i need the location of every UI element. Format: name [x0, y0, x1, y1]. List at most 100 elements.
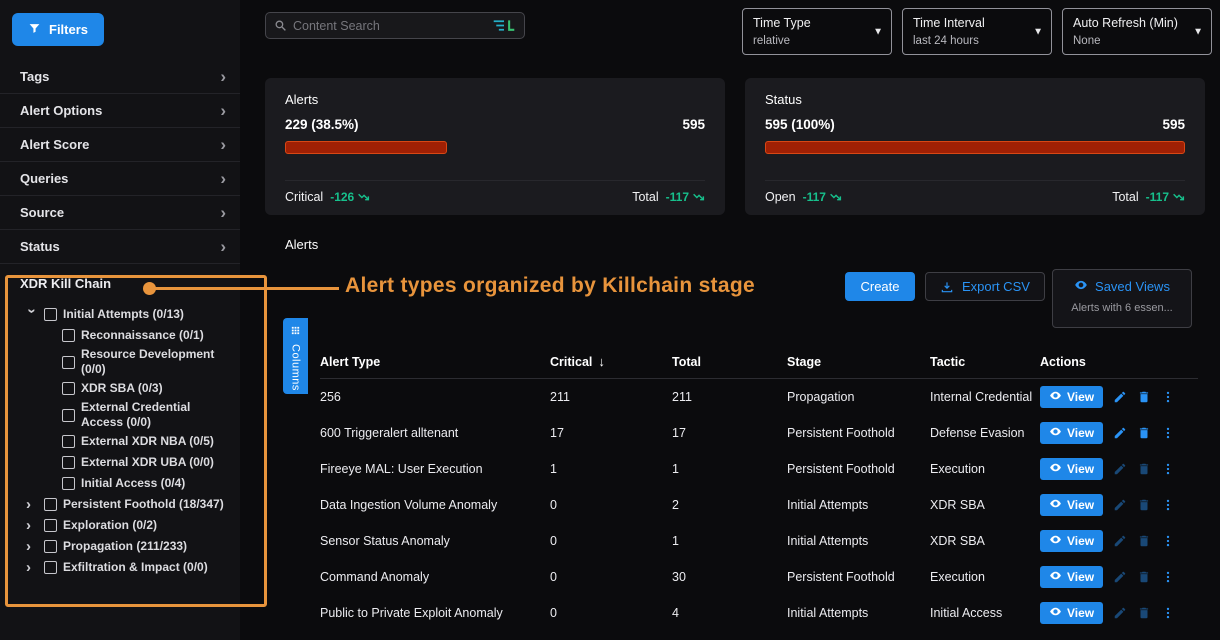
checkbox[interactable] — [62, 435, 75, 448]
checkbox[interactable] — [44, 519, 57, 532]
killchain-item-exfiltration-impact-0-0[interactable]: › Exfiltration & Impact (0/0) — [26, 557, 234, 578]
killchain-item-xdr-sba-0-3[interactable]: XDR SBA (0/3) — [26, 378, 234, 399]
sidebar-item-tags[interactable]: Tags› — [0, 60, 240, 94]
view-button[interactable]: View — [1040, 602, 1103, 624]
delete-icon[interactable] — [1137, 426, 1151, 440]
dropdown-time-interval[interactable]: Time Intervallast 24 hours▼ — [902, 8, 1052, 55]
checkbox[interactable] — [62, 382, 75, 395]
view-button[interactable]: View — [1040, 566, 1103, 588]
dropdown-auto-refresh-min[interactable]: Auto Refresh (Min)None▼ — [1062, 8, 1212, 55]
cell-tactic: XDR SBA — [930, 498, 1040, 512]
sidebar-item-queries[interactable]: Queries› — [0, 162, 240, 196]
view-button[interactable]: View — [1040, 494, 1103, 516]
kebab-menu-icon[interactable] — [1161, 426, 1175, 440]
edit-icon[interactable] — [1113, 390, 1127, 404]
delete-icon[interactable] — [1137, 462, 1151, 476]
column-header-total[interactable]: Total — [672, 355, 787, 369]
killchain-item-persistent-foothold-18-347[interactable]: ›Persistent Foothold (18/347) — [26, 494, 234, 515]
checkbox[interactable] — [62, 356, 75, 369]
killchain-item-label: Exfiltration & Impact (0/0) — [63, 560, 208, 575]
edit-icon[interactable] — [1113, 570, 1127, 584]
kebab-menu-icon[interactable] — [1161, 390, 1175, 404]
edit-icon[interactable] — [1113, 498, 1127, 512]
kebab-menu-icon[interactable] — [1161, 570, 1175, 584]
sidebar-item-alert-score[interactable]: Alert Score› — [0, 128, 240, 162]
dropdown-value: relative — [753, 35, 869, 47]
killchain-item-reconnaissance-0-1[interactable]: Reconnaissance (0/1) — [26, 325, 234, 346]
sidebar-item-label: Tags — [20, 69, 49, 84]
cell-stage: Persistent Foothold — [787, 570, 930, 584]
edit-icon[interactable] — [1113, 534, 1127, 548]
killchain-item-external-xdr-nba-0-5[interactable]: External XDR NBA (0/5) — [26, 431, 234, 452]
edit-icon[interactable] — [1113, 462, 1127, 476]
delta-value: -126 — [330, 190, 370, 204]
kebab-menu-icon[interactable] — [1161, 462, 1175, 476]
view-button[interactable]: View — [1040, 422, 1103, 444]
card-footer: Critical-126Total-117 — [285, 180, 705, 204]
chevron-right-icon[interactable]: › — [26, 518, 38, 533]
cell-total: 4 — [672, 606, 787, 620]
sidebar-menu: Tags›Alert Options›Alert Score›Queries›S… — [0, 60, 240, 264]
cell-tactic: Initial Access — [930, 606, 1040, 620]
checkbox[interactable] — [62, 477, 75, 490]
column-header-stage[interactable]: Stage — [787, 355, 930, 369]
killchain-item-exploration-0-2[interactable]: ›Exploration (0/2) — [26, 515, 234, 536]
columns-button[interactable]: Columns — [283, 318, 308, 394]
killchain-item-propagation-211-233[interactable]: ›Propagation (211/233) — [26, 536, 234, 557]
cell-alert-type: 256 — [320, 390, 550, 404]
view-button[interactable]: View — [1040, 530, 1103, 552]
eye-icon — [1049, 461, 1062, 477]
cell-tactic: Execution — [930, 462, 1040, 476]
column-header-critical[interactable]: Critical↓ — [550, 354, 672, 369]
card-title: Status — [765, 92, 1185, 107]
chevron-right-icon[interactable]: › — [26, 560, 38, 575]
chevron-right-icon[interactable]: › — [26, 497, 38, 512]
column-header-actions[interactable]: Actions — [1040, 355, 1198, 369]
checkbox[interactable] — [44, 540, 57, 553]
checkbox[interactable] — [62, 456, 75, 469]
killchain-item-external-credential-access-0-0[interactable]: External Credential Access (0/0) — [26, 399, 234, 431]
advanced-query-icon[interactable] — [492, 19, 516, 32]
checkbox[interactable] — [62, 329, 75, 342]
sidebar-item-alert-options[interactable]: Alert Options› — [0, 94, 240, 128]
view-button[interactable]: View — [1040, 386, 1103, 408]
checkbox[interactable] — [44, 498, 57, 511]
edit-icon[interactable] — [1113, 426, 1127, 440]
killchain-tree: ›Initial Attempts (0/13)Reconnaissance (… — [0, 302, 240, 578]
sort-desc-icon[interactable]: ↓ — [598, 354, 605, 369]
delete-icon[interactable] — [1137, 570, 1151, 584]
export-csv-button[interactable]: Export CSV — [925, 272, 1045, 301]
killchain-item-external-xdr-uba-0-0[interactable]: External XDR UBA (0/0) — [26, 452, 234, 473]
killchain-header[interactable]: XDR Kill Chain — [0, 264, 240, 302]
killchain-item-initial-access-0-4[interactable]: Initial Access (0/4) — [26, 473, 234, 494]
table-row: 256211211PropagationInternal CredentialV… — [320, 379, 1198, 415]
killchain-item-initial-attempts-0-13[interactable]: ›Initial Attempts (0/13) — [26, 304, 234, 325]
checkbox[interactable] — [44, 308, 57, 321]
sidebar-item-status[interactable]: Status› — [0, 230, 240, 264]
kebab-menu-icon[interactable] — [1161, 498, 1175, 512]
saved-views-button[interactable]: Saved Views Alerts with 6 essen... — [1052, 269, 1192, 328]
column-header-alert-type[interactable]: Alert Type — [320, 355, 550, 369]
search-input[interactable] — [293, 19, 486, 33]
filters-button[interactable]: Filters — [12, 13, 104, 46]
checkbox[interactable] — [44, 561, 57, 574]
edit-icon[interactable] — [1113, 606, 1127, 620]
sidebar-item-label: Status — [20, 239, 60, 254]
sidebar-item-source[interactable]: Source› — [0, 196, 240, 230]
content-search[interactable] — [265, 12, 525, 39]
delete-icon[interactable] — [1137, 498, 1151, 512]
kebab-menu-icon[interactable] — [1161, 534, 1175, 548]
column-header-tactic[interactable]: Tactic — [930, 355, 1040, 369]
chevron-right-icon[interactable]: › — [26, 539, 38, 554]
delete-icon[interactable] — [1137, 606, 1151, 620]
view-button[interactable]: View — [1040, 458, 1103, 480]
chevron-down-icon[interactable]: › — [25, 309, 40, 321]
chevron-right-icon: › — [220, 136, 226, 153]
delete-icon[interactable] — [1137, 390, 1151, 404]
delete-icon[interactable] — [1137, 534, 1151, 548]
dropdown-time-type[interactable]: Time Typerelative▼ — [742, 8, 892, 55]
checkbox[interactable] — [62, 409, 75, 422]
kebab-menu-icon[interactable] — [1161, 606, 1175, 620]
create-button[interactable]: Create — [845, 272, 915, 301]
killchain-item-resource-development-0-0[interactable]: Resource Development (0/0) — [26, 346, 234, 378]
